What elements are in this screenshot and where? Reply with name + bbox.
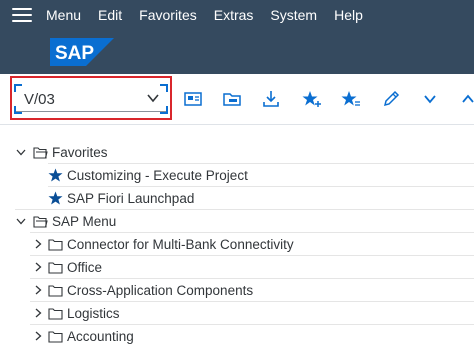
menu-bar: Menu Edit Favorites Extras System Help xyxy=(0,0,474,29)
add-favorite-icon[interactable] xyxy=(302,89,322,109)
edit-icon[interactable] xyxy=(381,89,401,109)
tree-node-label: Favorites xyxy=(52,144,108,160)
menu-item-system[interactable]: System xyxy=(270,7,317,23)
favorite-item[interactable]: SAP Fiori Launchpad xyxy=(0,187,474,209)
chevron-down-icon[interactable] xyxy=(420,89,440,109)
tree-folder-connector[interactable]: Connector for Multi-Bank Connectivity xyxy=(0,233,474,255)
tree-folder-accounting[interactable]: Accounting xyxy=(0,325,474,347)
menu-item-extras[interactable]: Extras xyxy=(214,7,254,23)
tree-folder-label: Logistics xyxy=(67,305,120,321)
folder-open-icon xyxy=(33,146,48,159)
chevron-up-icon[interactable] xyxy=(458,89,474,109)
tree-folder-label: Connector for Multi-Bank Connectivity xyxy=(67,236,294,252)
tree-folder-label: Accounting xyxy=(67,328,134,344)
tree-node-sap-menu[interactable]: SAP Menu xyxy=(0,210,474,232)
collapse-chevron-icon[interactable] xyxy=(15,215,27,227)
collapse-chevron-icon[interactable] xyxy=(15,146,27,158)
display-sap-menu-icon[interactable] xyxy=(222,89,242,109)
tree-folder-label: Cross-Application Components xyxy=(67,282,254,298)
folder-open-icon xyxy=(33,215,48,228)
expand-chevron-icon[interactable] xyxy=(33,261,43,273)
menu-item-menu[interactable]: Menu xyxy=(46,7,81,23)
folder-icon xyxy=(48,307,63,320)
tree-folder-label: Office xyxy=(67,259,103,275)
tree-folder-logistics[interactable]: Logistics xyxy=(0,302,474,324)
display-user-menu-icon[interactable] xyxy=(183,89,203,109)
favorite-settings-icon[interactable] xyxy=(341,89,361,109)
tree-node-favorites[interactable]: Favorites xyxy=(0,141,474,163)
command-input[interactable] xyxy=(24,89,134,109)
menu-item-edit[interactable]: Edit xyxy=(98,7,122,23)
menu-item-help[interactable]: Help xyxy=(334,7,363,23)
star-icon xyxy=(48,191,63,205)
expand-chevron-icon[interactable] xyxy=(33,330,43,342)
download-icon[interactable] xyxy=(261,89,281,109)
expand-chevron-icon[interactable] xyxy=(33,307,43,319)
folder-icon xyxy=(48,261,63,274)
hamburger-menu-icon[interactable] xyxy=(12,7,32,22)
sap-logo-text: SAP xyxy=(55,43,94,64)
chevron-down-icon[interactable] xyxy=(146,91,160,105)
star-icon xyxy=(48,168,63,182)
expand-chevron-icon[interactable] xyxy=(33,284,43,296)
folder-icon xyxy=(48,284,63,297)
tree-item-label: SAP Fiori Launchpad xyxy=(67,190,195,206)
sap-logo: SAP xyxy=(50,38,114,66)
folder-icon xyxy=(48,238,63,251)
command-field[interactable] xyxy=(14,84,168,114)
folder-icon xyxy=(48,330,63,343)
expand-chevron-icon[interactable] xyxy=(33,238,43,250)
tree-folder-office[interactable]: Office xyxy=(0,256,474,278)
tree-item-label: Customizing - Execute Project xyxy=(67,167,248,183)
tree-folder-cross-application[interactable]: Cross-Application Components xyxy=(0,279,474,301)
tree-node-label: SAP Menu xyxy=(52,213,117,229)
favorite-item[interactable]: Customizing - Execute Project xyxy=(0,164,474,186)
menu-item-favorites[interactable]: Favorites xyxy=(139,7,197,23)
